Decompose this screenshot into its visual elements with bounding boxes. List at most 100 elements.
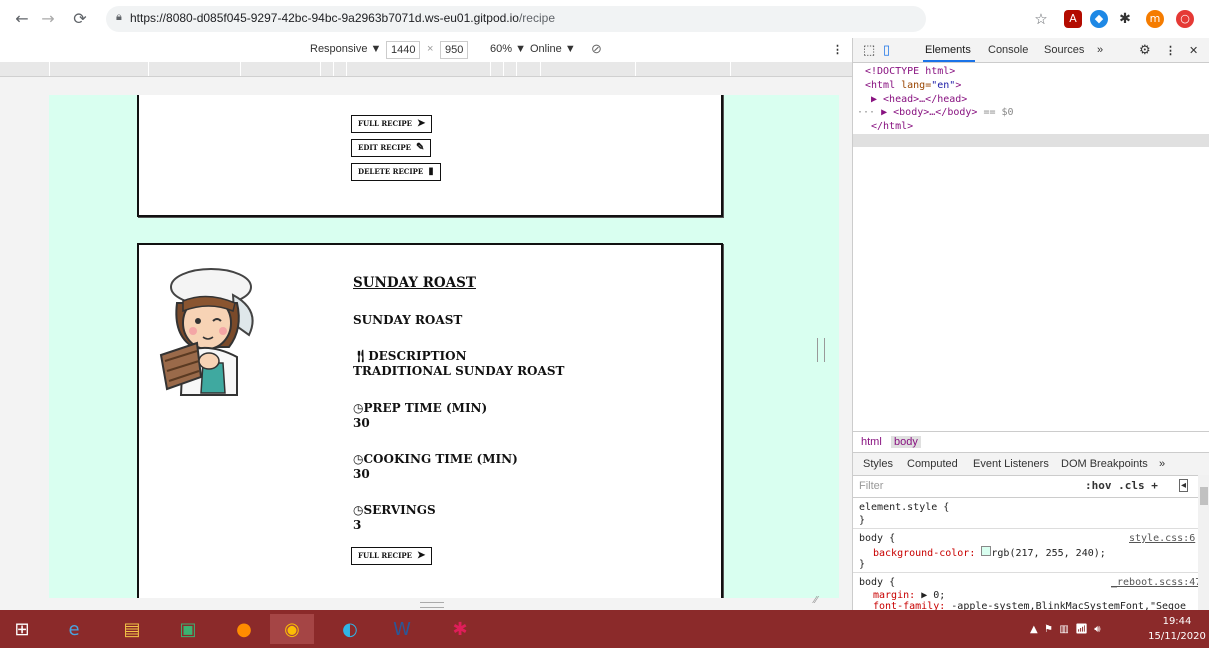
devtools-panel: ⬚ ▯ Elements Console Sources » ⚙ ⋮ ✕ <!D…: [852, 38, 1209, 612]
full-recipe-button[interactable]: FULL RECIPE ➤: [351, 115, 433, 133]
filter-input[interactable]: Filter: [859, 480, 883, 492]
breadcrumb-html[interactable]: html: [861, 436, 882, 448]
clock[interactable]: 19:44 15/11/2020: [1148, 614, 1206, 644]
clock-icon: ◷: [353, 503, 364, 517]
full-recipe-button[interactable]: FULL RECIPE ➤: [351, 547, 433, 565]
rule-source-link[interactable]: _reboot.scss:47: [1111, 577, 1201, 588]
inspect-icon[interactable]: ⬚: [863, 42, 875, 58]
windows-start-icon[interactable]: ⊞: [0, 614, 44, 644]
device-width-input[interactable]: 1440: [386, 41, 421, 59]
store-icon[interactable]: ▣: [166, 614, 210, 644]
extension-blue-icon[interactable]: ◆: [1090, 10, 1108, 28]
more-options-icon[interactable]: ⋮: [832, 43, 843, 56]
device-toolbar: Responsive ▼ 1440 × 950 60% ▼ Online ▼ ⊘…: [0, 38, 852, 62]
tab-event-listeners[interactable]: Event Listeners: [973, 458, 1049, 470]
color-swatch[interactable]: [981, 546, 992, 556]
prep-time-heading: ◷PREP TIME (MIN): [353, 401, 488, 415]
zoom-select[interactable]: 60% ▼: [490, 43, 526, 55]
description-heading: 🍴︎DESCRIPTION: [353, 349, 467, 363]
address-bar[interactable]: 🔒︎ https://8080-d085f045-9297-42bc-94bc-…: [106, 6, 926, 32]
times-icon: ×: [427, 43, 434, 55]
breadcrumb: html body: [853, 431, 1209, 452]
servings-heading: ◷SERVINGS: [353, 503, 436, 517]
prep-time-value: 30: [353, 416, 370, 430]
cooking-time-value: 30: [353, 467, 370, 481]
sidebar-toggle-icon[interactable]: ◂: [1179, 479, 1189, 492]
acrobat-icon[interactable]: A: [1064, 10, 1082, 28]
description-text: TRADITIONAL SUNDAY ROAST: [353, 364, 565, 378]
resize-handle-vertical[interactable]: [817, 338, 825, 362]
clock-icon: ◷: [353, 401, 364, 415]
recipe-card-previous: FULL RECIPE ➤ EDIT RECIPE ✎ DELETE RECIPE ▮: [137, 95, 723, 217]
internet-explorer-icon[interactable]: e: [52, 614, 96, 644]
recipe-name: SUNDAY ROAST: [353, 313, 463, 327]
tab-elements[interactable]: Elements: [925, 44, 971, 56]
clock-icon: ◷: [353, 452, 364, 466]
resize-corner-icon[interactable]: ⁄⁄: [814, 595, 817, 606]
device-mode-select[interactable]: Responsive ▼: [310, 43, 381, 55]
rotate-icon[interactable]: ⊘: [591, 41, 602, 57]
browser-toolbar: ← → ⟳ 🔒︎ https://8080-d085f045-9297-42bc…: [0, 0, 1209, 39]
device-height-input[interactable]: 950: [440, 41, 469, 59]
network-select[interactable]: Online ▼: [530, 43, 576, 55]
dom-head[interactable]: ▶ <head>…</head>: [871, 94, 967, 105]
recipe-title[interactable]: SUNDAY ROAST: [353, 275, 476, 291]
styles-tab-bar: Styles Computed Event Listeners DOM Brea…: [853, 452, 1209, 476]
system-tray[interactable]: ▲ ⚑ ▥ 📶︎ 🔊︎: [1030, 624, 1101, 635]
page-viewport: FULL RECIPE ➤ EDIT RECIPE ✎ DELETE RECIPE ▮…: [49, 95, 839, 598]
settings-icon[interactable]: ⚙: [1139, 42, 1151, 58]
chrome-icon[interactable]: ◉: [270, 614, 314, 644]
rule-element-style[interactable]: element.style {: [859, 502, 949, 513]
media-query-bar[interactable]: [0, 62, 852, 77]
selected-row: [853, 134, 1209, 147]
dom-html-close[interactable]: </html>: [871, 121, 913, 132]
cutlery-icon: 🍴︎: [353, 349, 369, 363]
dom-tree: <!DOCTYPE html> <html lang="en"> ▶ <head…: [853, 64, 1209, 464]
puzzle-icon[interactable]: ✱: [1116, 10, 1134, 28]
lock-icon: 🔒︎: [116, 10, 122, 23]
tab-sources[interactable]: Sources: [1044, 44, 1084, 56]
rule-body-selector[interactable]: body {: [859, 533, 895, 544]
styles-scrollbar[interactable]: [1198, 475, 1209, 610]
tab-dom-breakpoints[interactable]: DOM Breakpoints: [1061, 458, 1148, 470]
slack-icon[interactable]: ✱: [438, 614, 482, 644]
close-icon[interactable]: ✕: [1189, 44, 1198, 57]
rule-source-link[interactable]: style.css:6: [1129, 533, 1195, 544]
windows-taskbar: ⊞ e ▤ ▣ ● ◉ ◐ W ✱ ▲ ⚑ ▥ 📶︎ 🔊︎ 19:44 15/11…: [0, 610, 1209, 648]
word-icon[interactable]: W: [380, 614, 424, 644]
chef-illustration: [159, 268, 254, 396]
rule-background-color[interactable]: background-color: rgb(217, 255, 240);: [873, 546, 1106, 559]
more-options-icon[interactable]: ⋮: [1165, 44, 1176, 57]
more-tabs-icon[interactable]: »: [1097, 44, 1103, 56]
firefox-icon[interactable]: ●: [222, 614, 266, 644]
more-tabs-icon[interactable]: »: [1159, 458, 1165, 470]
back-icon[interactable]: ←: [12, 9, 32, 29]
recipe-card: SUNDAY ROAST SUNDAY ROAST 🍴︎DESCRIPTION …: [137, 243, 723, 598]
dom-html[interactable]: <html lang="en">: [865, 80, 961, 91]
opera-icon[interactable]: ○: [1176, 10, 1194, 28]
profile-avatar[interactable]: m: [1146, 10, 1164, 28]
tab-computed[interactable]: Computed: [907, 458, 958, 470]
forward-icon[interactable]: →: [38, 9, 58, 29]
rule-margin[interactable]: margin: ▶ 0;: [873, 590, 945, 601]
tab-console[interactable]: Console: [988, 44, 1028, 56]
reload-icon[interactable]: ⟳: [70, 9, 90, 29]
delete-recipe-button[interactable]: DELETE RECIPE ▮: [351, 163, 441, 181]
edit-recipe-button[interactable]: EDIT RECIPE ✎: [351, 139, 432, 157]
device-toggle-icon[interactable]: ▯: [883, 42, 890, 58]
edge-icon[interactable]: ◐: [328, 614, 372, 644]
rule-body-selector[interactable]: body {: [859, 577, 895, 588]
cooking-time-heading: ◷COOKING TIME (MIN): [353, 452, 518, 466]
devtools-tab-bar: ⬚ ▯ Elements Console Sources » ⚙ ⋮ ✕: [853, 38, 1209, 63]
dom-body[interactable]: ··· ▶ <body>…</body> == $0: [857, 107, 1014, 118]
file-explorer-icon[interactable]: ▤: [110, 614, 154, 644]
servings-value: 3: [353, 518, 362, 532]
star-icon[interactable]: ☆: [1032, 10, 1050, 28]
rule-close: }: [859, 515, 866, 526]
breadcrumb-body[interactable]: body: [891, 436, 921, 448]
filter-tools[interactable]: :hov .cls +: [1085, 479, 1158, 492]
dom-doctype[interactable]: <!DOCTYPE html>: [865, 66, 955, 77]
styles-filter[interactable]: Filter :hov .cls + ◂: [853, 475, 1198, 498]
resize-handle-horizontal[interactable]: [420, 602, 444, 608]
tab-styles[interactable]: Styles: [863, 458, 893, 470]
